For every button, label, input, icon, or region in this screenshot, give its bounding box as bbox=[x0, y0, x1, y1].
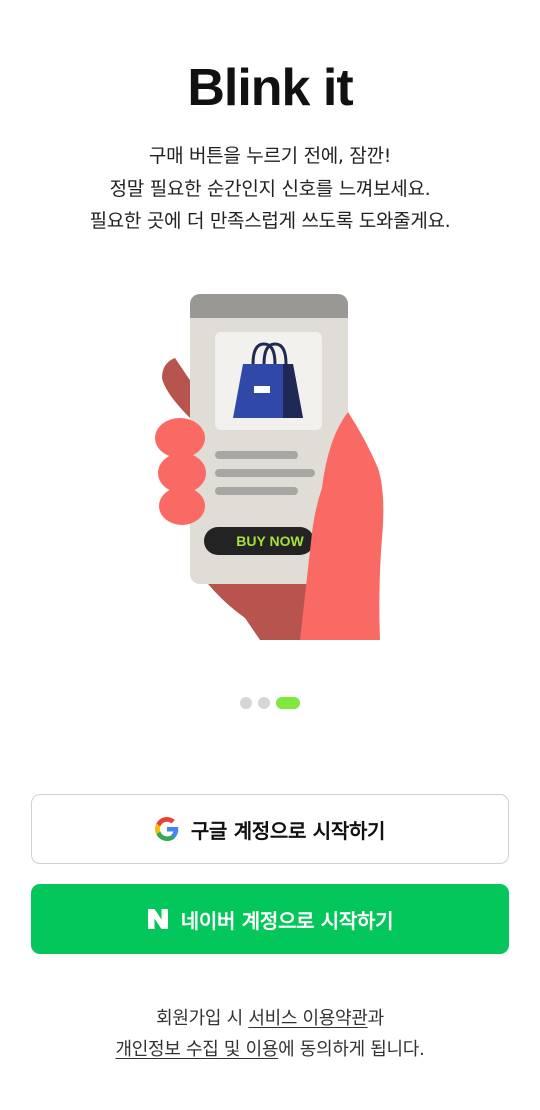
naver-login-label: 네이버 계정으로 시작하기 bbox=[180, 908, 394, 933]
terms-prefix: 회원가입 시 bbox=[156, 1008, 249, 1029]
google-g-icon bbox=[154, 817, 179, 841]
intro-line-2: 정말 필요한 순간인지 신호를 느껴보세요. bbox=[109, 177, 431, 200]
phone-top-bar bbox=[190, 294, 348, 318]
desc-line-1 bbox=[215, 451, 298, 459]
privacy-suffix: 에 동의하게 됩니다. bbox=[278, 1039, 425, 1060]
intro-line-3: 필요한 곳에 더 만족스럽게 쓰도록 도와줄게요. bbox=[89, 210, 451, 232]
finger-1 bbox=[155, 418, 205, 458]
desc-line-2 bbox=[215, 469, 315, 477]
google-login-label: 구글 계정으로 시작하기 bbox=[190, 818, 386, 843]
naver-n-icon bbox=[147, 908, 169, 930]
terms-suffix: 과 bbox=[367, 1008, 385, 1029]
carousel-dot-1[interactable] bbox=[240, 697, 252, 709]
carousel-dot-3-active[interactable] bbox=[276, 697, 300, 709]
app-title: Blink it bbox=[187, 59, 353, 117]
hand-phone-illustration: BUY NOW bbox=[155, 294, 384, 640]
intro-text: 구매 버튼을 누르기 전에, 잠깐! 정말 필요한 순간인지 신호를 느껴보세요… bbox=[0, 140, 540, 238]
naver-login-button[interactable]: 네이버 계정으로 시작하기 bbox=[31, 884, 509, 954]
intro-line-1: 구매 버튼을 누르기 전에, 잠깐! bbox=[148, 145, 392, 167]
carousel-dot-2[interactable] bbox=[258, 697, 270, 709]
buy-now-label: BUY NOW bbox=[236, 533, 304, 549]
terms-notice: 회원가입 시 서비스 이용약관과 개인정보 수집 및 이용에 동의하게 됩니다. bbox=[0, 1003, 540, 1065]
desc-line-3 bbox=[215, 487, 298, 495]
terms-line-1: 회원가입 시 서비스 이용약관과 bbox=[0, 1003, 540, 1034]
terms-of-service-link[interactable]: 서비스 이용약관 bbox=[248, 1008, 368, 1029]
terms-line-2: 개인정보 수집 및 이용에 동의하게 됩니다. bbox=[0, 1034, 540, 1065]
carousel-indicator bbox=[0, 697, 540, 709]
google-login-button[interactable]: 구글 계정으로 시작하기 bbox=[31, 794, 509, 864]
finger-3 bbox=[159, 487, 205, 525]
privacy-policy-link[interactable]: 개인정보 수집 및 이용 bbox=[116, 1039, 279, 1060]
